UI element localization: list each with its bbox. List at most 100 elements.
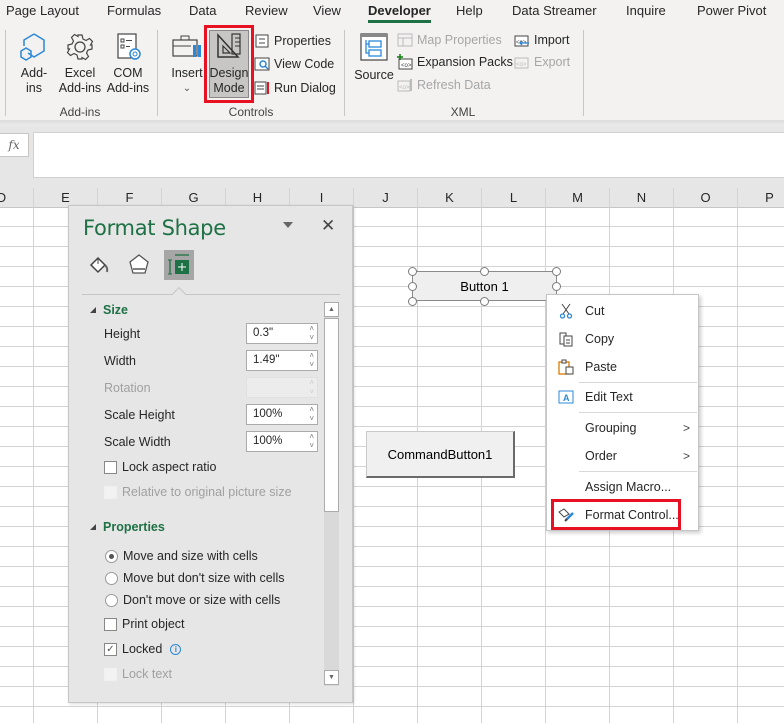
tab-help[interactable]: Help (456, 3, 483, 18)
properties-section-header[interactable]: Properties (90, 520, 165, 534)
tab-data[interactable]: Data (189, 3, 216, 18)
pane-divider (82, 294, 340, 295)
tab-formulas[interactable]: Formulas (107, 3, 161, 18)
tab-indicator (171, 286, 187, 302)
insert-function-button[interactable]: fx (0, 133, 29, 157)
tab-inquire[interactable]: Inquire (626, 3, 666, 18)
spin-up-icon[interactable]: ˄ (309, 406, 314, 414)
spin-up-icon[interactable]: ˄ (309, 325, 314, 333)
expansion-packs-label: Expansion Packs (417, 55, 513, 69)
height-input[interactable]: 0.3" ˄ ˅ (246, 323, 318, 344)
menu-item-assign-macro[interactable]: Assign Macro... (547, 474, 698, 500)
addins-button[interactable]: Add- ins (18, 30, 50, 96)
spin-down-icon[interactable]: ˅ (309, 442, 314, 450)
view-code-button[interactable]: View Code (254, 54, 334, 74)
radio-dot (105, 571, 118, 585)
tab-page-layout[interactable]: Page Layout (6, 3, 79, 18)
formula-input[interactable] (33, 132, 784, 178)
pane-scrollbar[interactable]: ▲ ▼ (324, 302, 339, 686)
command-button[interactable]: CommandButton1 (366, 431, 515, 478)
resize-handle[interactable] (552, 282, 561, 291)
rotation-label: Rotation (104, 381, 151, 395)
resize-handle[interactable] (408, 282, 417, 291)
tab-review[interactable]: Review (245, 3, 288, 18)
ribbon-tabs: Page Layout Formulas Data Review View De… (0, 0, 784, 24)
locked-checkbox[interactable]: ✓ Locked i (104, 642, 182, 656)
lock-text-label: Lock text (122, 667, 173, 681)
close-icon[interactable]: ✕ (321, 216, 335, 236)
column-header[interactable]: M (546, 188, 610, 208)
grid-line (353, 208, 354, 723)
menu-item-paste[interactable]: Paste (547, 354, 698, 380)
import-button[interactable]: <o> Import (514, 30, 569, 50)
map-properties-button[interactable]: Map Properties (397, 30, 502, 50)
column-header[interactable]: O (674, 188, 738, 208)
column-header[interactable]: P (738, 188, 784, 208)
refresh-data-button[interactable]: <o> Refresh Data (397, 75, 491, 95)
radio-move-no-size[interactable]: Move but don't size with cells (105, 571, 285, 585)
menu-item-copy[interactable]: Copy (547, 326, 698, 352)
excel-addins-label-1: Excel (64, 66, 96, 80)
scroll-down-icon[interactable]: ▼ (324, 670, 339, 685)
width-input[interactable]: 1.49" ˄ ˅ (246, 350, 318, 371)
run-dialog-icon (254, 80, 270, 96)
tab-view[interactable]: View (313, 3, 341, 18)
scale-height-input[interactable]: 100% ˄ ˅ (246, 404, 318, 425)
spin-up-icon[interactable]: ˄ (309, 433, 314, 441)
effects-tab[interactable] (124, 250, 154, 280)
column-header[interactable]: J (354, 188, 418, 208)
size-section-header[interactable]: Size (90, 303, 129, 317)
resize-handle[interactable] (480, 267, 489, 276)
column-header[interactable]: D (0, 188, 34, 208)
map-properties-label: Map Properties (417, 33, 502, 47)
group-separator (5, 30, 6, 116)
spin-up-icon[interactable]: ˄ (309, 352, 314, 360)
size-header-label: Size (103, 303, 129, 317)
expansion-packs-button[interactable]: <o> Expansion Packs (397, 52, 513, 72)
checkbox-box (104, 617, 117, 631)
fill-line-tab[interactable] (84, 250, 114, 280)
menu-item-grouping[interactable]: Grouping > (547, 415, 698, 441)
com-addins-button[interactable]: COM Add-ins (105, 30, 151, 96)
spin-down-icon[interactable]: ˅ (309, 334, 314, 342)
size-properties-tab[interactable] (164, 250, 194, 280)
lock-aspect-label: Lock aspect ratio (122, 460, 217, 474)
spin-down-icon[interactable]: ˅ (309, 415, 314, 423)
relative-original-checkbox[interactable]: Relative to original picture size (104, 485, 292, 499)
properties-button[interactable]: Properties (254, 31, 331, 51)
info-icon[interactable]: i (170, 643, 182, 655)
insert-button[interactable]: Insert ⌄ (170, 30, 204, 96)
scale-width-input[interactable]: 100% ˄ ˅ (246, 431, 318, 452)
scroll-up-icon[interactable]: ▲ (324, 302, 339, 317)
export-button[interactable]: <o> Export (514, 52, 570, 72)
resize-handle[interactable] (480, 297, 489, 306)
scroll-thumb[interactable] (324, 318, 339, 512)
locked-label: Locked (122, 642, 163, 656)
refresh-data-icon: <o> (397, 77, 413, 93)
design-mode-button[interactable]: Design Mode (208, 30, 250, 96)
column-header[interactable]: L (482, 188, 546, 208)
menu-item-cut[interactable]: Cut (547, 298, 698, 324)
spin-down-icon[interactable]: ˅ (309, 361, 314, 369)
pane-options-dropdown[interactable] (283, 222, 293, 228)
excel-addins-button[interactable]: Excel Add-ins (57, 30, 103, 96)
tab-developer[interactable]: Developer (368, 3, 431, 23)
resize-handle[interactable] (552, 267, 561, 276)
source-button[interactable]: Source (354, 30, 394, 83)
print-object-checkbox[interactable]: Print object (104, 617, 185, 631)
resize-handle[interactable] (408, 267, 417, 276)
radio-move-and-size[interactable]: Move and size with cells (105, 549, 258, 563)
lock-text-checkbox[interactable]: Lock text (104, 667, 172, 681)
column-header[interactable]: K (418, 188, 482, 208)
column-header[interactable]: N (610, 188, 674, 208)
run-dialog-button[interactable]: Run Dialog (254, 78, 336, 98)
radio-no-move-no-size[interactable]: Don't move or size with cells (105, 593, 280, 607)
tab-power-pivot[interactable]: Power Pivot (697, 3, 766, 18)
rotation-input[interactable]: ˄ ˅ (246, 377, 318, 398)
menu-separator (579, 471, 697, 472)
menu-item-order[interactable]: Order > (547, 443, 698, 469)
resize-handle[interactable] (408, 297, 417, 306)
tab-data-streamer[interactable]: Data Streamer (512, 3, 597, 18)
lock-aspect-checkbox[interactable]: Lock aspect ratio (104, 460, 217, 474)
menu-item-edit-text[interactable]: A Edit Text (547, 384, 698, 410)
